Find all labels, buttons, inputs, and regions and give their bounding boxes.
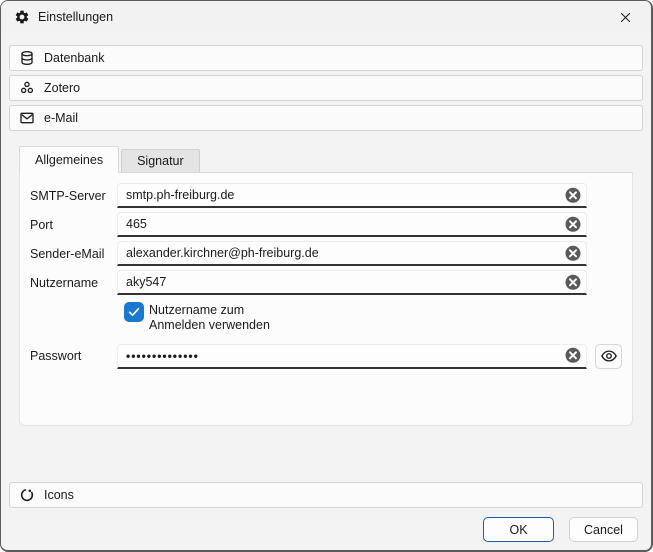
section-label: Datenbank (44, 51, 104, 65)
section-label: Icons (44, 488, 74, 502)
form-row-passwort: Passwort (30, 344, 622, 369)
refresh-icon (19, 487, 35, 503)
clear-nutzername-icon[interactable] (564, 273, 582, 291)
clear-port-icon[interactable] (564, 215, 582, 233)
tab-allgemeines[interactable]: Allgemeines (19, 146, 119, 173)
section-icons[interactable]: Icons (9, 482, 643, 508)
section-email[interactable]: e-Mail (9, 105, 643, 131)
nutzername-input[interactable] (117, 270, 587, 295)
section-label: Zotero (44, 81, 80, 95)
tab-signatur[interactable]: Signatur (121, 149, 200, 172)
dialog-title: Einstellungen (38, 10, 113, 24)
gear-icon (14, 9, 30, 25)
eye-icon (600, 347, 618, 365)
clear-smtp-icon[interactable] (564, 186, 582, 204)
sender-email-label: Sender-eMail (30, 247, 117, 261)
tab-label: Signatur (137, 154, 184, 168)
clear-sender-email-icon[interactable] (564, 244, 582, 262)
section-label: e-Mail (44, 111, 78, 125)
nutzername-label: Nutzername (30, 276, 117, 290)
form-row-nutzername: Nutzername (30, 270, 622, 295)
envelope-icon (19, 110, 35, 126)
sender-email-input[interactable] (117, 241, 587, 266)
port-label: Port (30, 218, 117, 232)
port-input[interactable] (117, 212, 587, 237)
section-zotero[interactable]: Zotero (9, 75, 643, 101)
database-icon (19, 50, 35, 66)
titlebar: Einstellungen (1, 1, 651, 33)
username-login-checkbox-row: Nutzername zum Anmelden verwenden (124, 302, 622, 334)
smtp-server-input[interactable] (117, 183, 587, 208)
dialog-content: Datenbank Zotero e-Mail (1, 33, 651, 508)
dialog-footer: OK Cancel (1, 508, 651, 550)
username-login-checkbox-label: Nutzername zum Anmelden verwenden (149, 302, 289, 334)
smtp-server-label: SMTP-Server (30, 189, 117, 203)
form-row-smtp: SMTP-Server (30, 183, 622, 208)
checkmark-icon (127, 305, 141, 319)
settings-dialog: Einstellungen Datenbank (0, 0, 653, 552)
email-settings-area: Allgemeines Signatur SMTP-Server (19, 146, 633, 426)
close-icon[interactable] (612, 5, 638, 29)
clear-passwort-icon[interactable] (564, 346, 582, 364)
tab-strip: Allgemeines Signatur (19, 146, 633, 173)
ok-button[interactable]: OK (483, 517, 554, 542)
form-row-port: Port (30, 212, 622, 237)
username-login-checkbox[interactable] (124, 302, 144, 322)
passwort-label: Passwort (30, 349, 117, 363)
tab-label: Allgemeines (35, 153, 103, 167)
tab-panel-allgemeines: SMTP-Server Port (19, 173, 633, 426)
zotero-knot-icon (19, 80, 35, 96)
section-datenbank[interactable]: Datenbank (9, 45, 643, 71)
show-password-button[interactable] (595, 344, 622, 369)
content-spacer (9, 426, 643, 468)
cancel-button[interactable]: Cancel (569, 517, 638, 542)
form-row-sender-email: Sender-eMail (30, 241, 622, 266)
passwort-input[interactable] (117, 344, 587, 369)
